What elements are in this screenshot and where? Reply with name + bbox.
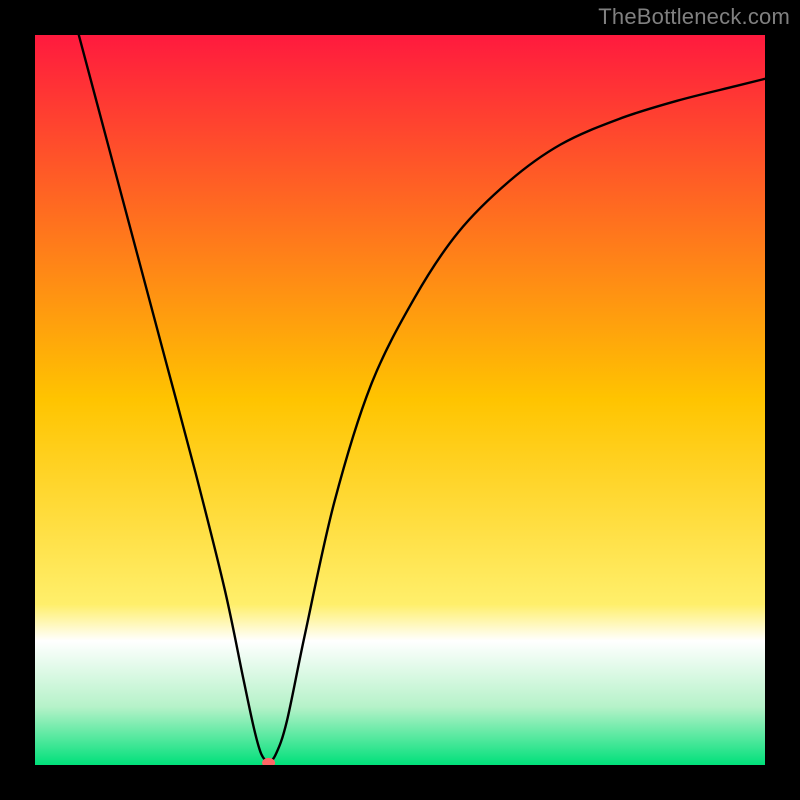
gradient-background <box>35 35 765 765</box>
watermark-text: TheBottleneck.com <box>598 4 790 30</box>
plot-area <box>35 35 765 765</box>
plot-svg <box>35 35 765 765</box>
chart-frame: TheBottleneck.com <box>0 0 800 800</box>
